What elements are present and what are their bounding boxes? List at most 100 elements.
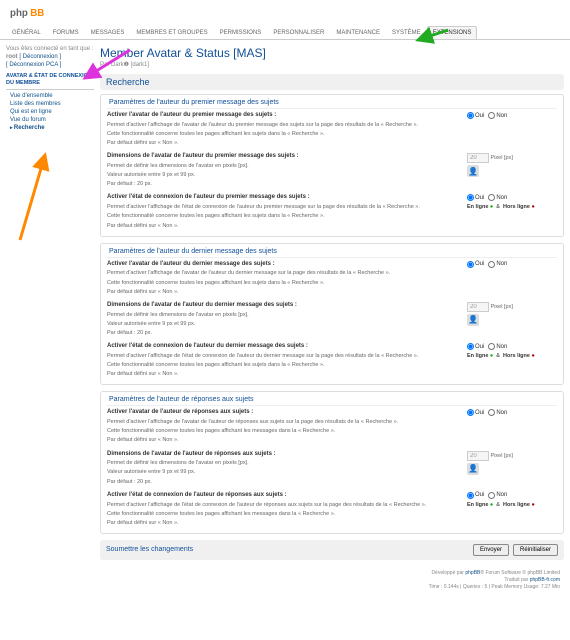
- radio-yes[interactable]: Oui: [467, 343, 484, 350]
- setting-desc: Par défaut : 20 px.: [107, 181, 152, 187]
- svg-text:BB: BB: [30, 8, 44, 19]
- setting-desc: Cette fonctionnalité concerne toutes les…: [107, 362, 325, 368]
- tab-extensions[interactable]: Extensions: [427, 26, 478, 39]
- setting-label: Dimensions de l'avatar de l'auteur de ré…: [107, 451, 461, 459]
- radio-input[interactable]: [488, 112, 495, 119]
- setting-desc: Permet d'activer l'affichage de l'avatar…: [107, 270, 390, 276]
- radio-input[interactable]: [467, 261, 474, 268]
- group-legend: Paramètres de l'auteur de réponses aux s…: [107, 396, 557, 406]
- setting-desc: Permet d'activer l'affichage de l'état d…: [107, 502, 426, 508]
- tab-maintenance[interactable]: Maintenance: [330, 26, 386, 39]
- radio-no[interactable]: Non: [488, 492, 507, 499]
- setting-desc: Par défaut : 20 px.: [107, 330, 152, 336]
- radio-no[interactable]: Non: [488, 194, 507, 201]
- pixel-input[interactable]: [467, 153, 489, 163]
- avatar-placeholder-icon: 👤: [467, 463, 479, 475]
- setting-desc: Valeur autorisée entre 9 px et 99 px.: [107, 321, 195, 327]
- setting-desc: Par défaut défini sur « Non ».: [107, 223, 179, 229]
- setting-desc: Par défaut défini sur « Non ».: [107, 371, 179, 377]
- radio-yes[interactable]: Oui: [467, 194, 484, 201]
- pixel-input[interactable]: [467, 451, 489, 461]
- setting-desc: Par défaut défini sur « Non ».: [107, 437, 179, 443]
- setting-row: Dimensions de l'avatar de l'auteur de ré…: [107, 451, 557, 486]
- radio-input[interactable]: [488, 492, 495, 499]
- setting-label: Activer l'état de connexion de l'auteur …: [107, 194, 461, 202]
- setting-desc: Permet d'activer l'affichage de l'avatar…: [107, 122, 418, 128]
- submit-bar: Soumettre les changements Envoyer Réinit…: [100, 540, 564, 560]
- setting-desc: Permet d'activer l'affichage de l'état d…: [107, 204, 420, 210]
- setting-row: Activer l'avatar de l'auteur du premier …: [107, 112, 557, 147]
- pixel-label: Pixel [px]: [489, 304, 513, 310]
- radio-input[interactable]: [467, 112, 474, 119]
- sidebar-item-overview[interactable]: Vue d'ensemble: [6, 92, 94, 100]
- logo: phpBB: [0, 0, 570, 26]
- radio-no[interactable]: Non: [488, 409, 507, 416]
- tab-messages[interactable]: Messages: [85, 26, 131, 39]
- sidebar: Vous êtes connecté en tant que : root [ …: [6, 46, 94, 560]
- group-legend: Paramètres de l'auteur du premier messag…: [107, 99, 557, 109]
- sidebar-item-online[interactable]: Qui est en ligne: [6, 108, 94, 116]
- radio-yes[interactable]: Oui: [467, 492, 484, 499]
- admin-tabs: Général Forums Messages Membres et group…: [0, 26, 570, 40]
- status-legend: En ligne ● & Hors ligne ●: [467, 204, 557, 210]
- reset-button[interactable]: Réinitialiser: [513, 544, 558, 556]
- logout-link[interactable]: [ Déconnexion ]: [19, 54, 61, 60]
- setting-desc: Cette fonctionnalité concerne toutes les…: [107, 428, 335, 434]
- status-legend: En ligne ● & Hors ligne ●: [467, 353, 557, 359]
- submit-label: Soumettre les changements: [106, 546, 193, 553]
- setting-desc: Valeur autorisée entre 9 px et 99 px.: [107, 469, 195, 475]
- setting-desc: Valeur autorisée entre 9 px et 99 px.: [107, 172, 195, 178]
- radio-input[interactable]: [488, 343, 495, 350]
- radio-input[interactable]: [467, 194, 474, 201]
- radio-input[interactable]: [488, 261, 495, 268]
- sidebar-item-search[interactable]: Recherche: [6, 124, 94, 132]
- setting-desc: Permet de définir les dimensions de l'av…: [107, 312, 249, 318]
- pixel-input[interactable]: [467, 302, 489, 312]
- radio-input[interactable]: [488, 409, 495, 416]
- setting-desc: Cette fonctionnalité concerne toutes les…: [107, 511, 335, 517]
- setting-label: Activer l'état de connexion de l'auteur …: [107, 492, 461, 500]
- sidebar-item-memberlist[interactable]: Liste des membres: [6, 100, 94, 108]
- setting-desc: Cette fonctionnalité concerne toutes les…: [107, 280, 325, 286]
- setting-label: Activer l'avatar de l'auteur du dernier …: [107, 261, 461, 269]
- footer-translator-link[interactable]: phpBB-fr.com: [530, 577, 560, 583]
- radio-input[interactable]: [467, 409, 474, 416]
- radio-yes[interactable]: Oui: [467, 261, 484, 268]
- page-author: Par Dark❶ [dark1]: [100, 61, 564, 68]
- svg-text:php: php: [10, 8, 28, 19]
- setting-row: Activer l'avatar de l'auteur de réponses…: [107, 409, 557, 444]
- setting-desc: Permet de définir les dimensions de l'av…: [107, 460, 249, 466]
- tab-general[interactable]: Général: [6, 26, 47, 39]
- sidebar-item-forumview[interactable]: Vue du forum: [6, 116, 94, 124]
- avatar-placeholder-icon: 👤: [467, 165, 479, 177]
- page-title: Member Avatar & Status [MAS]: [100, 46, 564, 60]
- radio-no[interactable]: Non: [488, 112, 507, 119]
- setting-desc: Par défaut : 20 px.: [107, 479, 152, 485]
- pixel-label: Pixel [px]: [489, 155, 513, 161]
- tab-members[interactable]: Membres et groupes: [130, 26, 213, 39]
- settings-group: Paramètres de l'auteur de réponses aux s…: [100, 391, 564, 534]
- setting-desc: Permet de définir les dimensions de l'av…: [107, 163, 249, 169]
- setting-desc: Par défaut défini sur « Non ».: [107, 289, 179, 295]
- radio-input[interactable]: [467, 492, 474, 499]
- login-info: Vous êtes connecté en tant que : root [ …: [6, 46, 94, 69]
- radio-no[interactable]: Non: [488, 343, 507, 350]
- radio-yes[interactable]: Oui: [467, 112, 484, 119]
- logout-pca-link[interactable]: [ Déconnexion PCA ]: [6, 62, 61, 68]
- tab-customize[interactable]: Personnaliser: [267, 26, 330, 39]
- section-heading: Recherche: [100, 74, 564, 90]
- footer-phpbb-link[interactable]: phpBB: [465, 570, 480, 576]
- setting-desc: Permet d'activer l'affichage de l'état d…: [107, 353, 418, 359]
- setting-row: Activer l'état de connexion de l'auteur …: [107, 492, 557, 527]
- radio-no[interactable]: Non: [488, 261, 507, 268]
- submit-button[interactable]: Envoyer: [473, 544, 509, 556]
- setting-desc: Cette fonctionnalité concerne toutes les…: [107, 131, 325, 137]
- radio-input[interactable]: [488, 194, 495, 201]
- tab-forums[interactable]: Forums: [47, 26, 85, 39]
- footer: Développé par phpBB® Forum Software © ph…: [0, 566, 570, 599]
- radio-yes[interactable]: Oui: [467, 409, 484, 416]
- setting-label: Activer l'avatar de l'auteur de réponses…: [107, 409, 461, 417]
- tab-system[interactable]: Système: [386, 26, 427, 39]
- tab-permissions[interactable]: Permissions: [214, 26, 268, 39]
- radio-input[interactable]: [467, 343, 474, 350]
